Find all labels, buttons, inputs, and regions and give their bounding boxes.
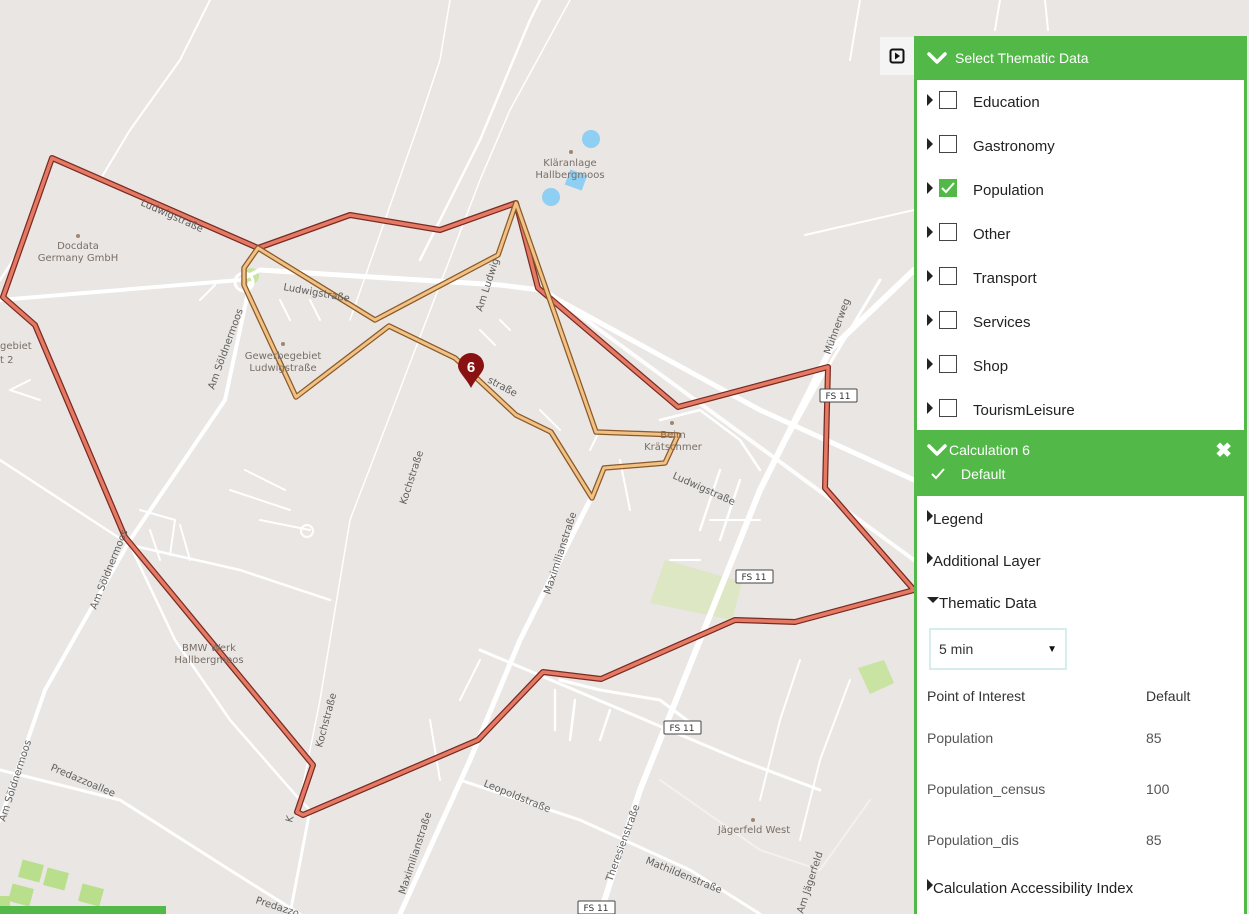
panel-toggle-button[interactable] xyxy=(880,37,914,75)
caret-right-icon[interactable] xyxy=(927,358,933,370)
poi-table: Point of Interest Default Population 85 Po… xyxy=(917,680,1244,865)
caret-right-icon[interactable] xyxy=(927,138,933,150)
calculation-header[interactable]: Calculation 6 Default ✖ xyxy=(917,430,1244,496)
category-checkbox[interactable] xyxy=(939,311,957,329)
caret-right-icon[interactable] xyxy=(927,226,933,238)
category-checkbox[interactable] xyxy=(939,179,957,197)
category-label: Education xyxy=(973,93,1040,111)
route-shield: FS 11 xyxy=(819,388,858,403)
calculation-subtitle: Default xyxy=(961,466,1006,482)
category-checkbox[interactable] xyxy=(939,267,957,285)
svg-text:FS 11: FS 11 xyxy=(583,904,608,914)
svg-text:FS 11: FS 11 xyxy=(741,573,766,583)
label-klaeranlage-1: Kläranlage xyxy=(543,158,596,169)
thematic-data-header[interactable]: Select Thematic Data xyxy=(917,36,1244,80)
additional-layer-label: Additional Layer xyxy=(933,552,1041,570)
label-gewerbe-1: Gewerbegebiet xyxy=(245,351,322,362)
check-icon xyxy=(931,468,945,480)
accessibility-index-label: Calculation Accessibility Index xyxy=(933,879,1134,897)
category-checkbox[interactable] xyxy=(939,223,957,241)
table-row: Population_dis 85 xyxy=(917,814,1244,865)
close-icon[interactable]: ✖ xyxy=(1215,438,1232,463)
accessibility-index-section[interactable]: Calculation Accessibility Index xyxy=(917,867,1244,909)
poi-value-cell: 85 xyxy=(1146,831,1162,848)
route-shield: FS 11 xyxy=(577,900,616,914)
category-label: Other xyxy=(973,225,1011,243)
label-klaeranlage-2: Hallbergmoos xyxy=(535,170,604,181)
category-checkbox[interactable] xyxy=(939,135,957,153)
route-shield: FS 11 xyxy=(735,569,774,584)
side-panel: Select Thematic Data Education Gastronomy… xyxy=(914,36,1247,914)
legend-section[interactable]: Legend xyxy=(917,498,1244,540)
check-icon xyxy=(941,182,955,194)
thematic-data-section[interactable]: Thematic Data xyxy=(917,582,1244,624)
chevron-down-icon xyxy=(927,444,947,456)
header-poi: Point of Interest xyxy=(927,688,1026,704)
category-label: TourismLeisure xyxy=(973,401,1075,419)
thematic-data-label: Thematic Data xyxy=(939,594,1037,612)
marker-number: 6 xyxy=(467,359,475,376)
label-gewerbe-2: Ludwigstraße xyxy=(249,363,316,374)
poi-name-cell: Population_census xyxy=(927,780,1046,797)
poi-name-cell: Population xyxy=(927,729,994,746)
additional-layer-section[interactable]: Additional Layer xyxy=(917,540,1244,582)
category-checkbox[interactable] xyxy=(939,399,957,417)
label-gewerbe-left-2: t 2 xyxy=(0,355,13,366)
svg-text:FS 11: FS 11 xyxy=(669,724,694,734)
category-label: Shop xyxy=(973,357,1009,375)
category-label: Population xyxy=(973,181,1044,199)
time-select[interactable]: 5 min ▼ xyxy=(929,628,1067,670)
category-item[interactable]: Shop xyxy=(917,344,1244,388)
caret-right-icon[interactable] xyxy=(927,182,933,194)
label-bmw-2: Hallbergmoos xyxy=(174,655,243,666)
category-item[interactable]: Other xyxy=(917,212,1244,256)
category-label: Gastronomy xyxy=(973,137,1055,155)
legend-label: Legend xyxy=(933,510,984,528)
dropdown-arrow-icon: ▼ xyxy=(1047,643,1057,655)
label-jaegerfeld: Jägerfeld West xyxy=(717,825,790,836)
caret-right-icon[interactable] xyxy=(927,402,933,414)
category-label: Transport xyxy=(973,269,1037,287)
route-shield: FS 11 xyxy=(663,720,702,735)
time-select-value: 5 min xyxy=(939,641,974,657)
category-item[interactable]: Population xyxy=(917,168,1244,212)
table-row: Population 85 xyxy=(917,712,1244,763)
label-kraetschmer-2: Krätschmer xyxy=(644,442,703,453)
caret-right-icon[interactable] xyxy=(927,94,933,106)
category-list: Education Gastronomy Population Other Transp… xyxy=(917,80,1244,432)
label-docdata-1: Docdata xyxy=(57,241,99,252)
poi-value-cell: 100 xyxy=(1146,780,1170,797)
caret-down-icon xyxy=(927,597,939,603)
poi-value-cell: 85 xyxy=(1146,729,1162,746)
label-bmw-1: BMW Werk xyxy=(182,643,236,654)
category-item[interactable]: TourismLeisure xyxy=(917,388,1244,432)
label-gewerbe-left-1: gebiet xyxy=(0,341,32,352)
header-default: Default xyxy=(1146,688,1191,704)
category-label: Services xyxy=(973,313,1031,331)
chevron-down-icon xyxy=(927,52,947,64)
thematic-header-label: Select Thematic Data xyxy=(955,50,1089,66)
play-square-icon xyxy=(889,48,905,64)
category-checkbox[interactable] xyxy=(939,355,957,373)
category-item[interactable]: Transport xyxy=(917,256,1244,300)
bottom-panel-tab[interactable] xyxy=(0,906,166,914)
table-row: Population_census 100 xyxy=(917,763,1244,814)
category-item[interactable]: Gastronomy xyxy=(917,124,1244,168)
caret-right-icon[interactable] xyxy=(927,314,933,326)
caret-right-icon[interactable] xyxy=(927,270,933,282)
label-kraetschmer-1: Beim xyxy=(660,430,686,441)
label-docdata-2: Germany GmbH xyxy=(38,253,119,264)
category-item[interactable]: Services xyxy=(917,300,1244,344)
poi-name-cell: Population_dis xyxy=(927,831,1019,848)
table-header-row: Point of Interest Default xyxy=(917,680,1244,712)
category-item[interactable]: Education xyxy=(917,80,1244,124)
calculation-title: Calculation 6 xyxy=(949,442,1030,458)
category-checkbox[interactable] xyxy=(939,91,957,109)
svg-text:FS 11: FS 11 xyxy=(825,392,850,402)
